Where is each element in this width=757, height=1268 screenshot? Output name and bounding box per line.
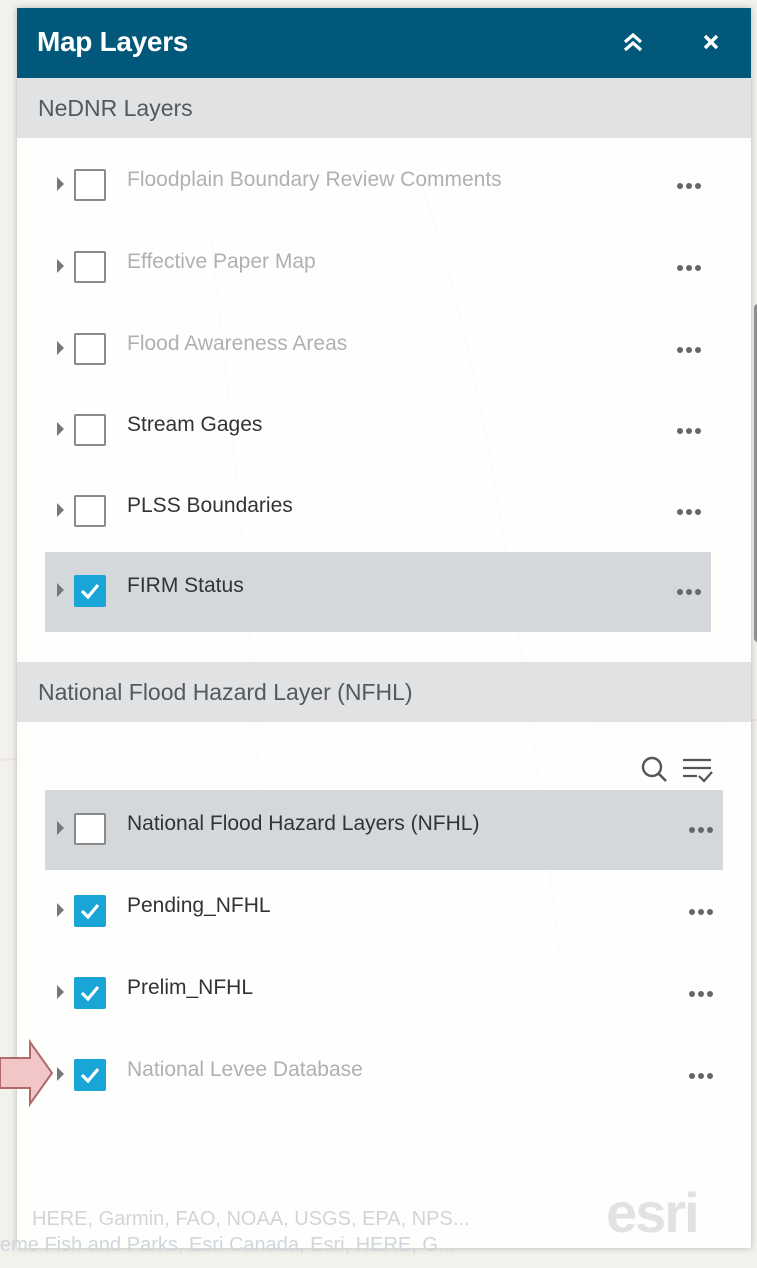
map-attribution: HERE, Garmin, FAO, NOAA, USGS, EPA, NPS.… (32, 1208, 470, 1230)
expand-arrow-icon[interactable] (57, 583, 64, 597)
more-options-icon[interactable] (669, 417, 709, 441)
layer-checkbox-checked[interactable] (74, 977, 106, 1009)
double-chevron-up-icon (623, 32, 643, 52)
search-button[interactable] (637, 752, 673, 788)
expand-arrow-icon[interactable] (57, 259, 64, 273)
map-attribution-secondary: eme Fish and Parks, Esri Canada, Esri, H… (0, 1234, 455, 1256)
layer-label: Effective Paper Map (127, 250, 316, 273)
layer-row-prelim-nfhl[interactable]: Prelim_NFHL (45, 954, 723, 1034)
panel-title: Map Layers (37, 26, 189, 57)
layer-checkbox[interactable] (74, 813, 106, 845)
layer-label: Stream Gages (127, 413, 263, 436)
more-options-icon[interactable] (681, 816, 721, 840)
expand-arrow-icon[interactable] (57, 422, 64, 436)
panel-titlebar: Map Layers (17, 8, 751, 78)
layer-row-national-levee[interactable]: National Levee Database (45, 1036, 723, 1116)
layer-label: Prelim_NFHL (127, 976, 254, 999)
expand-arrow-icon[interactable] (57, 503, 64, 517)
pointer-arrow-icon (0, 1038, 54, 1108)
more-options-icon[interactable] (681, 898, 721, 922)
more-options-icon[interactable] (669, 498, 709, 522)
layer-row-nfhl[interactable]: National Flood Hazard Layers (NFHL) (45, 790, 723, 870)
layer-checkbox-checked[interactable] (74, 1059, 106, 1091)
group-label: National Flood Hazard Layer (NFHL) (38, 679, 413, 705)
layer-label: PLSS Boundaries (127, 494, 293, 517)
more-options-icon[interactable] (669, 172, 709, 196)
layer-row-floodplain-review[interactable]: Floodplain Boundary Review Comments (45, 146, 711, 226)
layer-checkbox[interactable] (74, 495, 106, 527)
layer-label: Floodplain Boundary Review Comments (127, 168, 502, 191)
layer-row-plss-boundaries[interactable]: PLSS Boundaries (45, 472, 711, 552)
group-label: NeDNR Layers (38, 95, 193, 121)
collapse-button[interactable] (613, 22, 653, 62)
layer-checkbox[interactable] (74, 414, 106, 446)
layer-row-flood-awareness[interactable]: Flood Awareness Areas (45, 310, 711, 390)
expand-arrow-icon[interactable] (57, 985, 64, 999)
layer-label: National Flood Hazard Layers (NFHL) (127, 812, 480, 835)
layer-checkbox[interactable] (74, 333, 106, 365)
expand-arrow-icon[interactable] (57, 903, 64, 917)
more-options-icon[interactable] (669, 254, 709, 278)
group-header-nednr[interactable]: NeDNR Layers (17, 78, 751, 138)
layer-label: Pending_NFHL (127, 894, 271, 917)
checkmark-icon (80, 1067, 100, 1084)
group-header-nfhl[interactable]: National Flood Hazard Layer (NFHL) (17, 662, 751, 722)
more-options-icon[interactable] (681, 1062, 721, 1086)
filter-button[interactable] (679, 752, 715, 788)
layer-row-pending-nfhl[interactable]: Pending_NFHL (45, 872, 723, 952)
esri-logo: esri (606, 1181, 700, 1244)
more-options-icon[interactable] (669, 336, 709, 360)
layer-checkbox-checked[interactable] (74, 575, 106, 607)
layer-label: FIRM Status (127, 574, 244, 597)
checkmark-icon (80, 903, 100, 920)
more-options-icon[interactable] (669, 578, 709, 602)
expand-arrow-icon[interactable] (57, 821, 64, 835)
expand-arrow-icon[interactable] (57, 1067, 64, 1081)
layer-checkbox[interactable] (74, 169, 106, 201)
close-button[interactable] (691, 22, 731, 62)
expand-arrow-icon[interactable] (57, 177, 64, 191)
layer-row-firm-status[interactable]: FIRM Status (45, 552, 711, 632)
expand-arrow-icon[interactable] (57, 341, 64, 355)
layer-label: Flood Awareness Areas (127, 332, 348, 355)
layer-checkbox[interactable] (74, 251, 106, 283)
layer-row-stream-gages[interactable]: Stream Gages (45, 391, 711, 471)
layer-label: National Levee Database (127, 1058, 363, 1081)
layer-checkbox-checked[interactable] (74, 895, 106, 927)
checkmark-icon (80, 583, 100, 600)
layer-row-effective-paper-map[interactable]: Effective Paper Map (45, 228, 711, 308)
search-icon (641, 756, 667, 782)
map-layers-panel: Map Layers NeDNR Layers Floodplain Bound… (17, 8, 757, 1248)
checkmark-icon (80, 985, 100, 1002)
filter-list-icon (683, 758, 713, 783)
more-options-icon[interactable] (681, 980, 721, 1004)
close-icon (703, 34, 719, 50)
layer-tools (637, 752, 727, 788)
